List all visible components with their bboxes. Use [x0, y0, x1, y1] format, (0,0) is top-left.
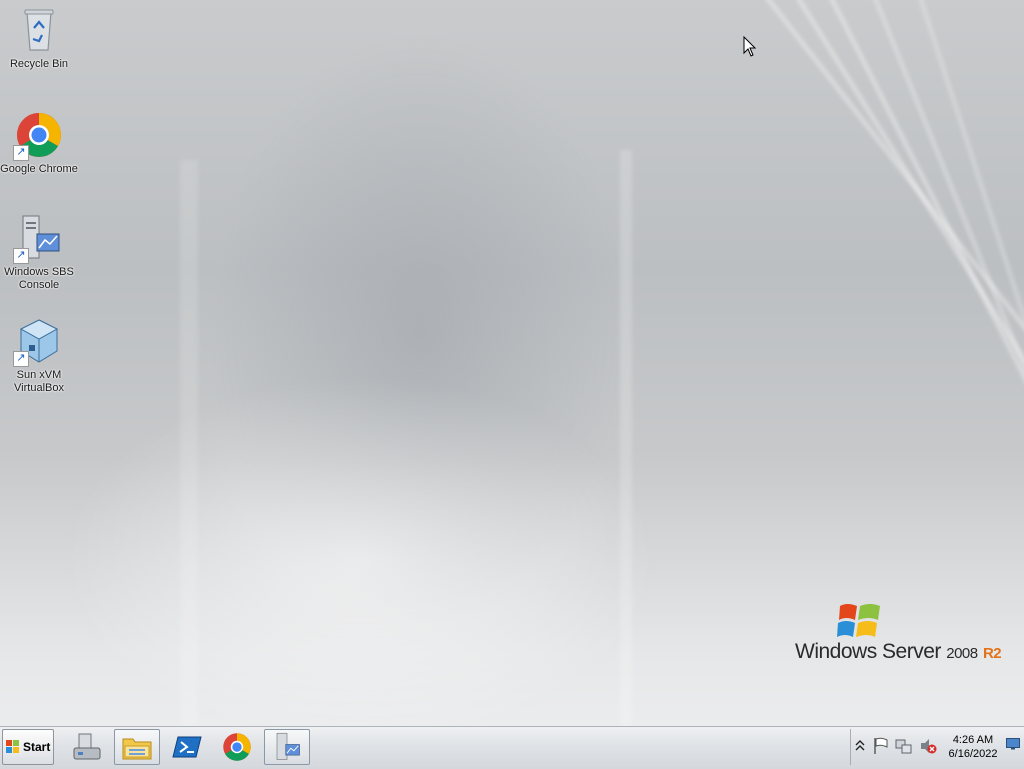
sbs-console-icon: ↗	[13, 214, 63, 264]
file-explorer-icon	[122, 738, 152, 760]
branding-edition-text: R2	[982, 645, 1002, 662]
sbs-console-icon	[276, 732, 300, 760]
shortcut-arrow-icon: ↗	[13, 248, 29, 264]
branding-windows-server-text: Windows Server	[795, 640, 941, 663]
show-desktop-button[interactable]	[1006, 737, 1020, 757]
monitor-icon	[1006, 738, 1020, 750]
desktop-icon-windows-sbs-console[interactable]: ↗ Windows SBS Console	[0, 214, 78, 292]
desktop-icon-sun-xvm-virtualbox[interactable]: ↗ Sun xVM VirtualBox	[0, 317, 78, 395]
desktop: Recycle Bin ↗ Google Chrome ↗ Windows SB…	[0, 0, 1024, 726]
taskbar-server-manager-button[interactable]	[64, 729, 110, 765]
windows-flag-logo-icon	[837, 604, 880, 637]
branding-version-text: 2008	[946, 645, 978, 662]
start-button-label: Start	[23, 740, 51, 754]
desktop-icon-google-chrome[interactable]: ↗ Google Chrome	[0, 111, 78, 176]
clock-time: 4:26 AM	[952, 734, 994, 746]
network-icon[interactable]	[895, 737, 913, 755]
taskbar-file-explorer-button[interactable]	[114, 729, 160, 765]
chrome-icon: ↗	[13, 111, 63, 161]
volume-muted-icon[interactable]	[919, 737, 937, 755]
powershell-icon	[172, 736, 202, 758]
windows-server-branding: Windows Server 2008 R2	[795, 598, 1005, 668]
mouse-cursor-icon	[743, 36, 757, 57]
desktop-icon-recycle-bin[interactable]: Recycle Bin	[0, 6, 78, 71]
windows-logo-icon	[6, 740, 20, 754]
desktop-icon-label: Recycle Bin	[9, 58, 69, 70]
taskbar-sbs-console-button[interactable]	[264, 729, 310, 765]
system-tray: 4:26 AM 6/16/2022	[850, 729, 1022, 765]
show-hidden-icons-chevron-icon[interactable]	[855, 739, 865, 753]
desktop-icon-label: Google Chrome	[0, 163, 78, 175]
taskbar-powershell-button[interactable]	[164, 729, 210, 765]
virtualbox-icon: ↗	[13, 317, 63, 367]
server-manager-icon	[73, 733, 101, 760]
shortcut-arrow-icon: ↗	[13, 351, 29, 367]
taskbar-chrome-button[interactable]	[214, 729, 260, 765]
clock[interactable]: 4:26 AM 6/16/2022	[943, 733, 1003, 761]
action-center-flag-icon[interactable]	[873, 737, 889, 755]
shortcut-arrow-icon: ↗	[13, 145, 29, 161]
chrome-icon	[223, 733, 251, 761]
taskbar: Start 4:26 AM 6/16/2022	[0, 726, 1024, 769]
recycle-bin-icon	[15, 6, 63, 54]
start-button[interactable]: Start	[2, 729, 54, 765]
desktop-icon-label: Sun xVM VirtualBox	[14, 369, 64, 394]
desktop-icon-label: Windows SBS Console	[4, 266, 74, 291]
clock-date: 6/16/2022	[948, 748, 998, 760]
